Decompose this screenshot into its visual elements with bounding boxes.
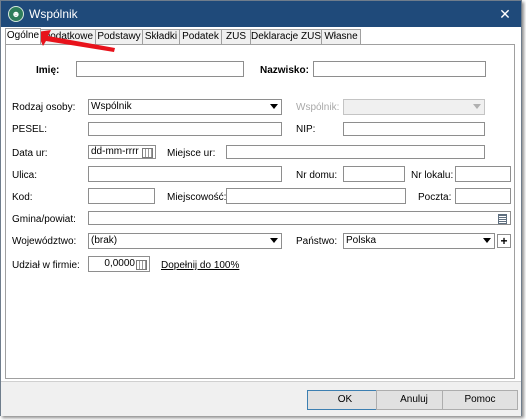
tab-wlasne[interactable]: Własne (321, 29, 361, 44)
gmina-label: Gmina/powiat: (12, 214, 76, 225)
chevron-down-icon (483, 238, 491, 243)
kod-label: Kod: (12, 192, 33, 203)
nr-lokalu-field[interactable] (455, 166, 511, 182)
ulica-label: Ulica: (12, 170, 38, 181)
tab-deklaracje-zus[interactable]: Deklaracje ZUS (250, 29, 322, 44)
add-country-button[interactable]: + (497, 234, 511, 248)
kod-field[interactable] (88, 188, 155, 204)
data-ur-field[interactable]: dd-mm-rrrr (88, 145, 156, 159)
tab-panel-ogolne: Imię: Nazwisko: Rodzaj osoby: Wspólnik W… (5, 44, 515, 379)
rodzaj-osoby-select[interactable]: Wspólnik (88, 99, 282, 115)
panstwo-select[interactable]: Polska (343, 233, 495, 249)
rodzaj-osoby-value: Wspólnik (91, 101, 132, 112)
data-ur-placeholder: dd-mm-rrrr (91, 146, 139, 157)
udzial-value: 0,0000 (104, 258, 135, 269)
miejscowosc-label: Miejscowość: (167, 192, 227, 203)
nr-domu-label: Nr domu: (296, 170, 338, 181)
nazwisko-field[interactable] (313, 61, 486, 77)
udzial-field[interactable]: 0,0000 (88, 256, 150, 272)
data-ur-label: Data ur: (12, 148, 48, 159)
wojewodztwo-select[interactable]: (brak) (88, 233, 282, 249)
miejscowosc-field[interactable] (226, 188, 406, 204)
imie-label: Imię: (36, 65, 60, 76)
chevron-down-icon (270, 238, 278, 243)
udzial-label: Udział w firmie: (12, 260, 80, 271)
imie-field[interactable] (76, 61, 244, 77)
nip-label: NIP: (296, 124, 316, 135)
nr-domu-field[interactable] (343, 166, 405, 182)
red-arrow-shape (37, 30, 115, 52)
miejsce-ur-field[interactable] (226, 145, 485, 159)
poczta-label: Poczta: (418, 192, 452, 203)
tab-skladki[interactable]: Składki (142, 29, 180, 44)
cancel-button[interactable]: Anuluj (376, 390, 452, 410)
pesel-field[interactable] (88, 122, 282, 136)
title-bar: ☻ Wspólnik ✕ (1, 1, 521, 27)
calculator-icon[interactable] (136, 260, 147, 270)
wojewodztwo-value: (brak) (91, 235, 118, 246)
nip-field[interactable] (343, 122, 485, 136)
list-icon[interactable] (498, 214, 507, 224)
wspolnik-select (343, 99, 485, 115)
panstwo-label: Państwo: (296, 236, 338, 247)
poczta-field[interactable] (455, 188, 511, 204)
tab-ogolne[interactable]: Ogólne (5, 28, 41, 44)
miejsce-ur-label: Miejsce ur: (167, 148, 216, 159)
ulica-field[interactable] (88, 166, 282, 182)
nr-lokalu-label: Nr lokalu: (411, 170, 454, 181)
pesel-label: PESEL: (12, 124, 48, 135)
gmina-field[interactable] (88, 211, 511, 225)
ok-button[interactable]: OK (307, 390, 383, 410)
wojewodztwo-label: Województwo: (12, 236, 77, 247)
rodzaj-osoby-label: Rodzaj osoby: (12, 102, 76, 113)
dialog-footer: OK Anuluj Pomoc (1, 381, 521, 416)
help-button[interactable]: Pomoc (442, 390, 518, 410)
panstwo-value: Polska (346, 235, 377, 246)
tab-podatek[interactable]: Podatek (179, 29, 222, 44)
close-icon[interactable]: ✕ (495, 4, 515, 24)
fill-to-100-link[interactable]: Dopełnij do 100% (161, 260, 239, 271)
chevron-down-icon (270, 104, 278, 109)
red-arrow-icon (37, 30, 115, 52)
nazwisko-label: Nazwisko: (260, 65, 309, 76)
window-title: Wspólnik (29, 7, 78, 21)
dialog-window: ☻ Wspólnik ✕ Ogólne Dodatkowe Podstawy S… (0, 0, 522, 416)
chevron-down-icon (473, 104, 481, 109)
tab-zus[interactable]: ZUS (221, 29, 251, 44)
wspolnik-label: Wspólnik: (296, 102, 340, 113)
partner-icon: ☻ (8, 6, 24, 22)
calendar-icon[interactable] (142, 148, 153, 158)
